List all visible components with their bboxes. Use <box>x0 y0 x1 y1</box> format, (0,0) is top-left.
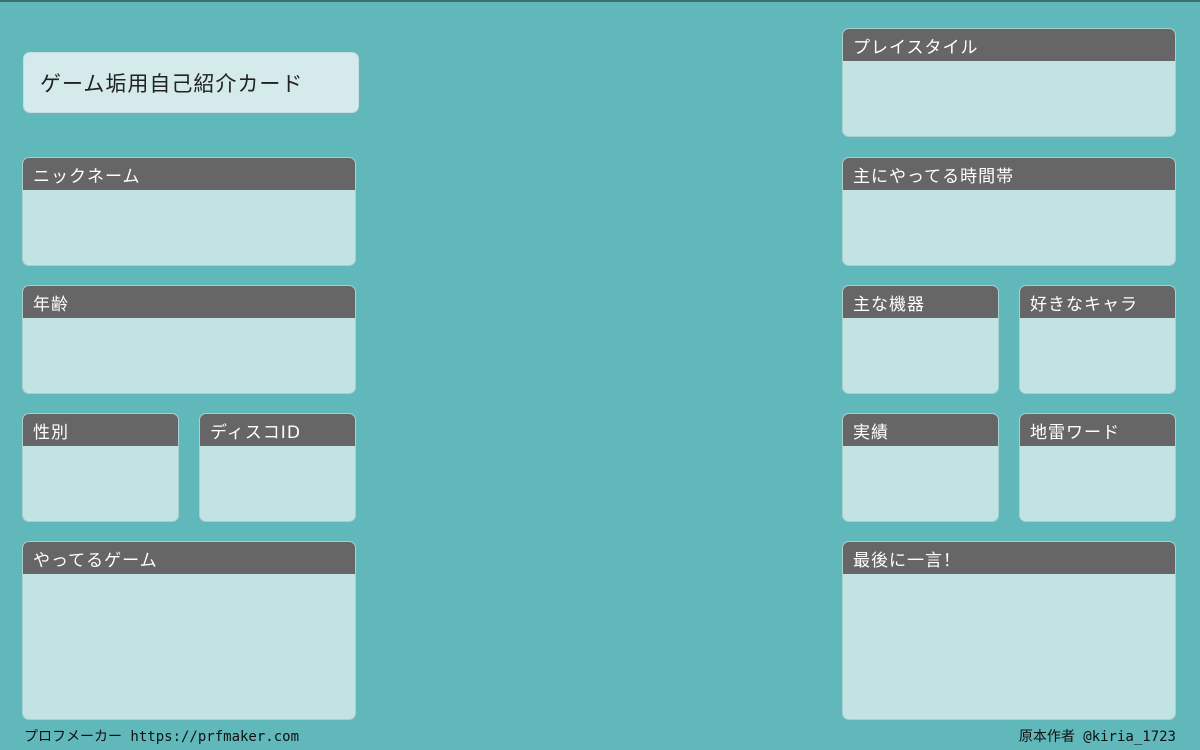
card-title: ゲーム垢用自己紹介カード <box>23 52 359 113</box>
panel-playstyle-label: プレイスタイル <box>843 29 1175 61</box>
panel-gender-field[interactable] <box>23 446 178 521</box>
panel-device-field[interactable] <box>843 318 998 393</box>
top-border <box>0 0 1200 2</box>
footer-credit-author: 原本作者 @kiria_1723 <box>1018 729 1176 745</box>
panel-trigger-words-label: 地雷ワード <box>1020 414 1175 446</box>
panel-time-slot-field[interactable] <box>843 190 1175 265</box>
panel-time-slot: 主にやってる時間帯 <box>843 158 1175 265</box>
panel-favorite-character-field[interactable] <box>1020 318 1175 393</box>
panel-favorite-character-label: 好きなキャラ <box>1020 286 1175 318</box>
panel-favorite-character: 好きなキャラ <box>1020 286 1175 393</box>
panel-trigger-words: 地雷ワード <box>1020 414 1175 521</box>
panel-games-label: やってるゲーム <box>23 542 355 574</box>
panel-discord-id: ディスコID <box>200 414 355 521</box>
panel-achievements: 実績 <box>843 414 998 521</box>
footer-credit-site: プロフメーカー https://prfmaker.com <box>24 729 300 745</box>
panel-device-label: 主な機器 <box>843 286 998 318</box>
panel-age: 年齢 <box>23 286 355 393</box>
card-title-text: ゲーム垢用自己紹介カード <box>40 71 304 96</box>
panel-gender: 性別 <box>23 414 178 521</box>
panel-age-label: 年齢 <box>23 286 355 318</box>
panel-discord-id-label: ディスコID <box>200 414 355 446</box>
panel-final-word-field[interactable] <box>843 574 1175 719</box>
panel-trigger-words-field[interactable] <box>1020 446 1175 521</box>
panel-achievements-label: 実績 <box>843 414 998 446</box>
panel-final-word-label: 最後に一言！ <box>843 542 1175 574</box>
panel-device: 主な機器 <box>843 286 998 393</box>
panel-playstyle: プレイスタイル <box>843 29 1175 136</box>
panel-games-field[interactable] <box>23 574 355 719</box>
panel-time-slot-label: 主にやってる時間帯 <box>843 158 1175 190</box>
panel-nickname: ニックネーム <box>23 158 355 265</box>
panel-games: やってるゲーム <box>23 542 355 719</box>
panel-nickname-label: ニックネーム <box>23 158 355 190</box>
panel-gender-label: 性別 <box>23 414 178 446</box>
panel-discord-id-field[interactable] <box>200 446 355 521</box>
panel-nickname-field[interactable] <box>23 190 355 265</box>
panel-final-word: 最後に一言！ <box>843 542 1175 719</box>
panel-playstyle-field[interactable] <box>843 61 1175 136</box>
panel-achievements-field[interactable] <box>843 446 998 521</box>
panel-age-field[interactable] <box>23 318 355 393</box>
